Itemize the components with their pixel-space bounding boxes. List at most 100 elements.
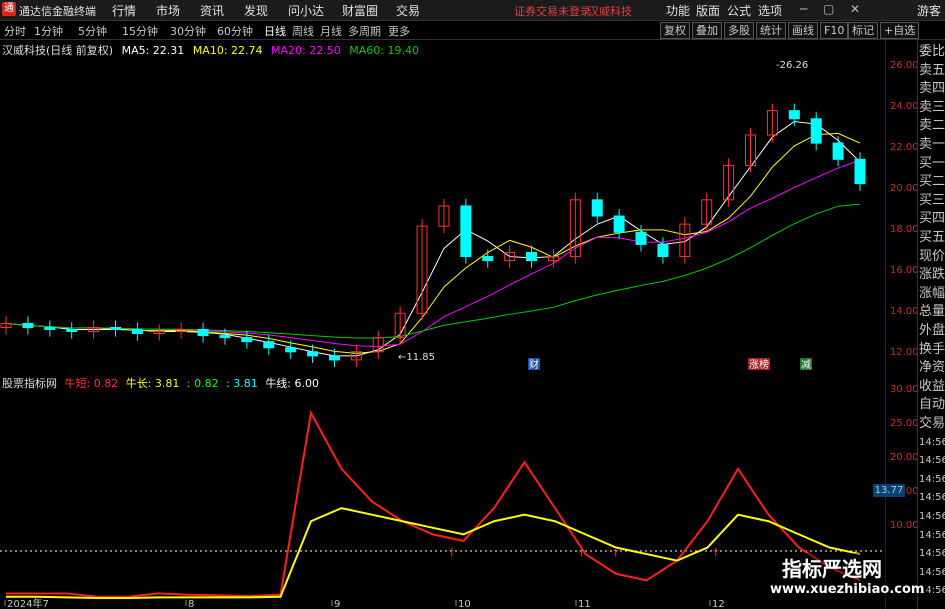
indicator-name: 股票指标网 — [2, 377, 57, 390]
guest-button[interactable]: 游客 — [917, 2, 941, 19]
candle-body — [22, 322, 34, 328]
y-tick: 22.00 — [890, 142, 919, 153]
y-tick: 16.00 — [890, 265, 919, 276]
candle-body — [591, 199, 603, 217]
x-axis-label: 10 — [458, 599, 471, 609]
signal-marker: † — [613, 546, 619, 559]
candle-body — [526, 252, 538, 262]
sidebar-item: 交易 — [919, 416, 945, 431]
candle-body — [285, 347, 297, 353]
candle-body — [307, 351, 319, 357]
indicator-info: 股票指标网 牛短: 0.82 牛长: 3.81 : 0.82 : 3.81 牛线… — [2, 375, 323, 391]
y-tick: 18.00 — [890, 224, 919, 235]
sidebar-item: 卖二 — [919, 118, 945, 134]
sidebar-item: 14:56 — [919, 548, 945, 560]
indicator-y-tick: 25.00 — [890, 418, 919, 429]
candle-body — [66, 329, 78, 333]
ma-line-2 — [5, 159, 861, 348]
indicator-y-tick: 20.00 — [890, 452, 919, 463]
candle-body — [613, 215, 625, 233]
watermark-url: www.xuezhibiao.com — [766, 582, 929, 597]
sidebar-item: 14:56 — [919, 511, 945, 522]
y-tick: 24.00 — [890, 101, 919, 112]
sidebar-item: 14:56 — [919, 492, 945, 504]
ma-line-1 — [5, 132, 861, 354]
main-chart-info: 汉威科技(日线 前复权) MA5: 22.31 MA10: 22.74 MA20… — [2, 42, 424, 58]
sidebar-item: 换手 — [919, 341, 945, 357]
x-axis-label: 12 — [712, 599, 725, 609]
sidebar-item: 现价 — [919, 248, 945, 264]
high-label: -26.26 — [776, 60, 808, 71]
sidebar-item: 委比 — [919, 44, 945, 59]
signal-marker: † — [713, 546, 719, 559]
current-value-badge: 13.77 — [873, 484, 905, 497]
indicator-line-0 — [6, 409, 861, 598]
sidebar-item: 买二 — [919, 174, 945, 190]
candle-body — [328, 355, 340, 361]
indicator-short: 牛短: 0.82 — [64, 377, 119, 390]
candle-body — [241, 337, 253, 343]
candle-body — [44, 326, 56, 331]
candle-body — [460, 205, 472, 258]
indicator-y-tick: 10.00 — [890, 520, 919, 531]
sidebar-item: 外盘 — [919, 323, 945, 338]
stock-label: 汉威科技(日线 前复权) — [2, 44, 114, 57]
sidebar-item: 自动 — [919, 397, 945, 413]
signal-marker: † — [579, 546, 585, 559]
candle-body — [788, 110, 800, 120]
sidebar-item: 收益 — [919, 378, 945, 394]
tab-zixuan[interactable]: +自选 — [880, 22, 920, 39]
sidebar-item: 总量 — [919, 304, 945, 320]
candle-body — [854, 158, 866, 185]
event-tag: 财 — [529, 358, 539, 371]
candle-body — [109, 326, 121, 331]
low-label: ←11.85 — [398, 352, 435, 363]
sidebar-item: 买三 — [919, 192, 945, 208]
sidebar-item: 14:56 — [919, 473, 945, 485]
indicator-v1: : 0.82 — [186, 377, 219, 390]
indicator-y-tick: 30.00 — [890, 384, 919, 395]
x-axis-label: 2024年7 — [7, 597, 49, 609]
candle-body — [197, 329, 209, 337]
y-tick: 26.00 — [890, 60, 919, 71]
candle-body — [635, 231, 647, 245]
ma10-value: MA10: 22.74 — [192, 44, 263, 57]
watermark-title: 指标严选网 — [778, 553, 886, 582]
candle-body — [832, 142, 844, 160]
ma60-value: MA60: 19.40 — [349, 44, 419, 57]
y-tick: 20.00 — [890, 183, 919, 194]
sidebar-item: 买四 — [919, 211, 945, 227]
sidebar-item: 14:56 — [919, 529, 945, 541]
indicator-line-1 — [6, 507, 861, 600]
sidebar-item: 卖一 — [919, 137, 945, 152]
quote-sidebar: 委比 卖五 卖四 卖三 卖二 卖一 买一 买二 买三 买四 买五 现价 涨跌 涨幅 总量 外盘 换手 净资 收益 自动… — [917, 40, 945, 609]
sidebar-item: 14:56 — [919, 436, 945, 448]
kline-chart[interactable]: -26.26 ←11.85 财 涨榜 减 † † † † 2024年7 8 9 10 11 12 — [0, 0, 885, 609]
x-axis-label: 8 — [188, 599, 194, 609]
sidebar-item: 净资 — [919, 360, 945, 376]
ma20-value: MA20: 22.50 — [271, 44, 341, 57]
ma-line-0 — [5, 120, 861, 357]
sidebar-item: 买五 — [919, 230, 945, 245]
candle-body — [131, 329, 143, 335]
sidebar-item: 卖四 — [919, 81, 945, 97]
ma5-value: MA5: 22.31 — [121, 44, 185, 57]
signal-marker: † — [449, 546, 455, 559]
x-axis-label: 9 — [334, 599, 340, 609]
indicator-long: 牛长: 3.81 — [125, 377, 180, 390]
y-tick: 12.00 — [890, 347, 919, 358]
event-tag: 涨榜 — [749, 358, 769, 371]
y-axis: 26.00 24.00 22.00 20.00 18.00 16.00 14.0… — [885, 40, 919, 609]
candle-body — [810, 118, 822, 144]
y-tick: 14.00 — [890, 306, 919, 317]
candle-body — [263, 341, 275, 349]
indicator-line: 牛线: 6.00 — [265, 377, 320, 390]
sidebar-item: 卖三 — [919, 99, 945, 115]
sidebar-item: 涨跌 — [919, 267, 945, 283]
sidebar-item: 14:56 — [919, 566, 945, 578]
sidebar-item: 卖五 — [919, 62, 945, 78]
sidebar-item: 涨幅 — [919, 285, 945, 301]
indicator-v2: : 3.81 — [226, 377, 258, 390]
event-tag: 减 — [801, 359, 811, 371]
sidebar-item: 14:56 — [919, 455, 945, 467]
